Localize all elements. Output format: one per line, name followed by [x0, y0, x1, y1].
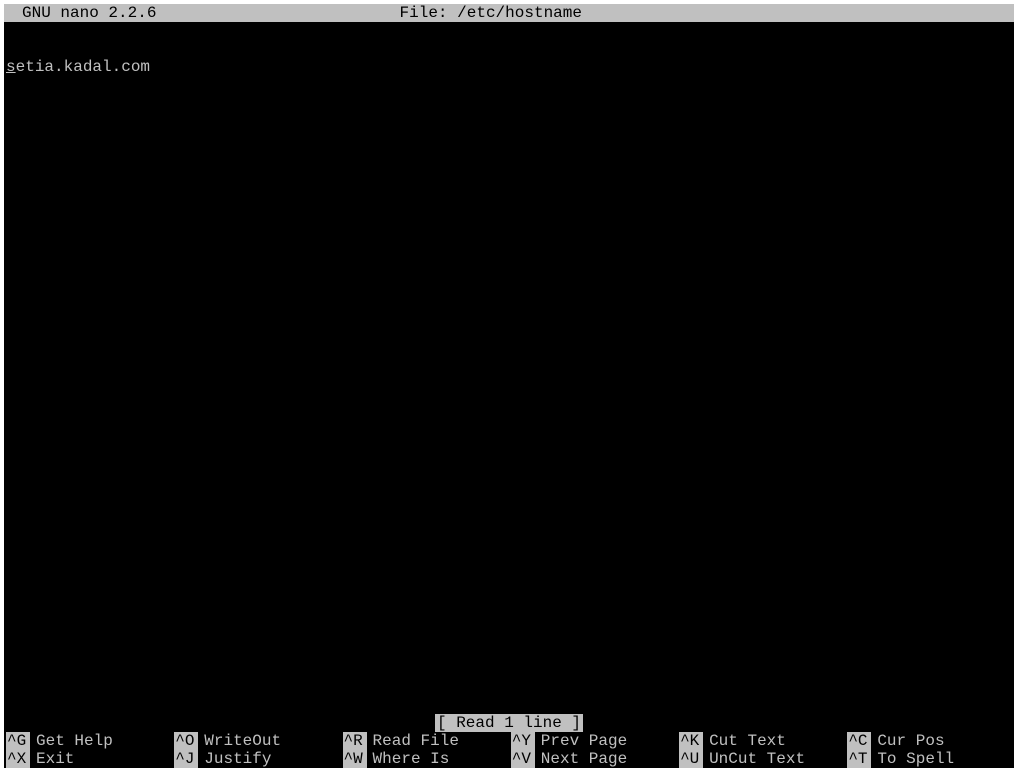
shortcut-key: ^O	[174, 732, 198, 750]
shortcut-cut-text[interactable]: ^K Cut Text	[677, 732, 845, 750]
nano-terminal-frame: GNU nano 2.2.6 File: /etc/hostname setia…	[4, 4, 1014, 768]
shortcut-key: ^W	[343, 750, 367, 768]
shortcut-label: To Spell	[877, 750, 954, 768]
shortcut-label: Read File	[373, 732, 459, 750]
shortcut-label: Cut Text	[709, 732, 786, 750]
shortcut-label: Where Is	[373, 750, 450, 768]
shortcut-label: Next Page	[541, 750, 627, 768]
content-line[interactable]: setia.kadal.com	[4, 58, 1014, 76]
shortcut-label: Get Help	[36, 732, 113, 750]
cursor-char: s	[6, 58, 16, 76]
shortcut-key: ^T	[847, 750, 871, 768]
shortcut-prev-page[interactable]: ^Y Prev Page	[509, 732, 677, 750]
shortcut-label: Cur Pos	[877, 732, 944, 750]
shortcut-uncut-text[interactable]: ^U UnCut Text	[677, 750, 845, 768]
status-message: [ Read 1 line ]	[435, 714, 583, 732]
shortcut-cur-pos[interactable]: ^C Cur Pos	[845, 732, 1013, 750]
editor-area[interactable]: setia.kadal.com	[4, 58, 1014, 76]
file-path: /etc/hostname	[457, 4, 582, 22]
shortcut-where-is[interactable]: ^W Where Is	[341, 750, 509, 768]
shortcut-key: ^U	[679, 750, 703, 768]
status-bar: [ Read 1 line ]	[4, 714, 1014, 732]
content-text: etia.kadal.com	[16, 58, 150, 76]
shortcut-row-2: ^X Exit ^J Justify ^W Where Is ^V Next P…	[4, 750, 1014, 768]
file-prefix: File:	[400, 4, 448, 22]
shortcut-label: UnCut Text	[709, 750, 805, 768]
shortcut-label: WriteOut	[204, 732, 281, 750]
shortcut-key: ^Y	[511, 732, 535, 750]
shortcut-key: ^G	[6, 732, 30, 750]
shortcut-label: Exit	[36, 750, 74, 768]
shortcut-bar: ^G Get Help ^O WriteOut ^R Read File ^Y …	[4, 732, 1014, 768]
shortcut-row-1: ^G Get Help ^O WriteOut ^R Read File ^Y …	[4, 732, 1014, 750]
shortcut-writeout[interactable]: ^O WriteOut	[172, 732, 340, 750]
shortcut-exit[interactable]: ^X Exit	[4, 750, 172, 768]
shortcut-justify[interactable]: ^J Justify	[172, 750, 340, 768]
shortcut-key: ^V	[511, 750, 535, 768]
shortcut-key: ^X	[6, 750, 30, 768]
shortcut-to-spell[interactable]: ^T To Spell	[845, 750, 1013, 768]
app-version: GNU nano 2.2.6	[22, 4, 156, 22]
shortcut-get-help[interactable]: ^G Get Help	[4, 732, 172, 750]
shortcut-key: ^K	[679, 732, 703, 750]
file-title: File: /etc/hostname	[400, 4, 582, 22]
shortcut-label: Prev Page	[541, 732, 627, 750]
shortcut-next-page[interactable]: ^V Next Page	[509, 750, 677, 768]
title-bar: GNU nano 2.2.6 File: /etc/hostname	[4, 4, 1014, 22]
shortcut-label: Justify	[204, 750, 271, 768]
shortcut-key: ^C	[847, 732, 871, 750]
shortcut-key: ^J	[174, 750, 198, 768]
shortcut-key: ^R	[343, 732, 367, 750]
shortcut-read-file[interactable]: ^R Read File	[341, 732, 509, 750]
